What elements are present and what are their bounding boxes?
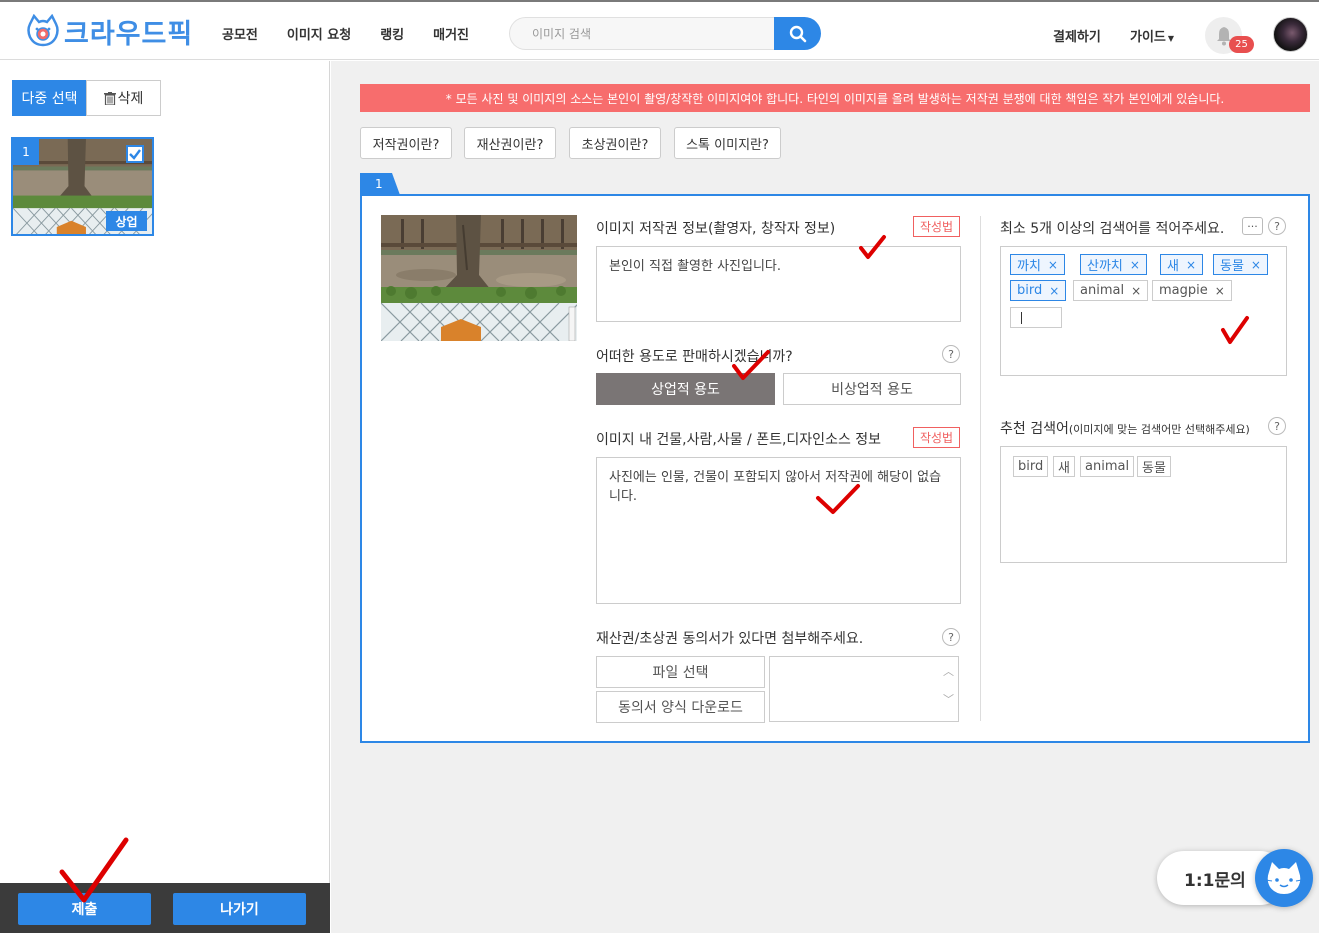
notification-count-badge: 25 (1229, 36, 1254, 53)
search-input[interactable] (509, 17, 775, 50)
checkmark-icon (129, 149, 141, 160)
keyword-tag: magpie × (1152, 280, 1232, 301)
keyword-tag: animal × (1073, 280, 1149, 301)
image-thumbnail[interactable]: 1 상업 (11, 137, 154, 236)
column-divider (980, 216, 981, 721)
copyright-info-label: 이미지 저작권 정보(촬영자, 창작자 정보) (596, 221, 836, 237)
keyword-input-box[interactable]: 까치 × 산까치 × 새 × 동물 × bird × animal × magpie × (1000, 246, 1287, 376)
recommended-keyword-box: bird 새 animal 동물 (1000, 446, 1287, 563)
recommended-help-icon[interactable]: ? (1268, 417, 1286, 435)
thumbnail-number: 1 (13, 139, 39, 165)
remove-tag-icon[interactable]: × (1251, 258, 1261, 272)
usage-help-icon[interactable]: ? (942, 345, 960, 363)
what-is-property-right-button[interactable]: 재산권이란? (464, 127, 556, 159)
recommended-tag[interactable]: animal (1080, 456, 1135, 477)
keyword-tag: bird × (1010, 280, 1067, 301)
exit-button[interactable]: 나가기 (173, 893, 306, 925)
main-content: * 모든 사진 및 이미지의 소스는 본인이 촬영/창작한 이미지여야 합니다.… (331, 61, 1319, 933)
logo-text: 크라우드픽 (64, 18, 194, 50)
search-button[interactable] (774, 17, 821, 50)
keyword-tag: 동물 × (1213, 254, 1268, 275)
keyword-tag: 산까치 × (1080, 254, 1147, 275)
recommended-tag[interactable]: bird (1013, 456, 1049, 477)
logo[interactable]: 크라우드픽 (26, 13, 194, 50)
top-header: 크라우드픽 공모전 이미지 요청 랭킹 매거진 결제하기 가이드▼ 25 (0, 0, 1319, 60)
thumbnail-checkbox[interactable] (126, 145, 144, 163)
commercial-use-button[interactable]: 상업적 용도 (596, 373, 775, 405)
remove-tag-icon[interactable]: × (1048, 258, 1058, 272)
remove-tag-icon[interactable]: × (1049, 284, 1059, 298)
what-is-copyright-button[interactable]: 저작권이란? (360, 127, 452, 159)
attached-file-list[interactable]: ︿ ﹀ (769, 656, 959, 722)
search-icon (789, 25, 806, 42)
keywords-label: 최소 5개 이상의 검색어를 적어주세요. (1000, 221, 1225, 237)
cat-logo-icon (26, 13, 60, 48)
recommended-tag[interactable]: 새 (1053, 456, 1075, 477)
consent-help-icon[interactable]: ? (942, 628, 960, 646)
submit-button[interactable]: 제출 (18, 893, 151, 925)
delete-label: 삭제 (117, 91, 144, 107)
keyword-tag: 까치 × (1010, 254, 1065, 275)
nav-ranking[interactable]: 랭킹 (380, 24, 404, 43)
panel-number-tab: 1 (360, 173, 400, 195)
content-info-field[interactable]: 사진에는 인물, 건물이 포함되지 않아서 저작권에 해당이 없습니다. (596, 457, 961, 604)
noncommercial-use-button[interactable]: 비상업적 용도 (783, 373, 961, 405)
search-bar (509, 17, 821, 50)
scroll-down-icon[interactable]: ﹀ (943, 691, 954, 707)
consent-form-download-button[interactable]: 동의서 양식 다운로드 (596, 691, 765, 723)
copyright-notice: * 모든 사진 및 이미지의 소스는 본인이 촬영/창작한 이미지여야 합니다.… (360, 84, 1310, 112)
multi-select-button[interactable]: 다중 선택 (12, 80, 87, 116)
keyword-text-input[interactable] (1010, 307, 1062, 328)
inquiry-label: 1:1문의 (1184, 870, 1246, 891)
remove-tag-icon[interactable]: × (1186, 258, 1196, 272)
file-select-button[interactable]: 파일 선택 (596, 656, 765, 688)
remove-tag-icon[interactable]: × (1131, 284, 1141, 298)
payment-link[interactable]: 결제하기 (1053, 26, 1101, 45)
image-info-panel: 이미지 저작권 정보(촬영자, 창작자 정보) 작성법 본인이 직접 촬영한 사… (360, 194, 1310, 743)
copyright-info-field[interactable]: 본인이 직접 촬영한 사진입니다. (596, 246, 961, 322)
recommended-subtitle: (이미지에 맞는 검색어만 선택해주세요) (1068, 423, 1250, 436)
main-nav: 공모전 이미지 요청 랭킹 매거진 (222, 24, 498, 43)
remove-tag-icon[interactable]: × (1215, 284, 1225, 298)
keyword-more-button[interactable]: ··· (1242, 217, 1263, 235)
nav-magazine[interactable]: 매거진 (433, 24, 469, 43)
recommended-title: 추천 검색어 (1000, 421, 1069, 437)
cat-face-icon (1265, 862, 1303, 894)
keyword-tag: 새 × (1160, 254, 1204, 275)
left-sidebar: 다중 선택 삭제 1 상업 제출 나가기 (0, 61, 330, 933)
caret-down-icon: ▼ (1167, 34, 1175, 43)
delete-button[interactable]: 삭제 (86, 80, 161, 116)
nav-image-request[interactable]: 이미지 요청 (287, 24, 351, 43)
text-cursor (1021, 312, 1022, 324)
scroll-up-icon[interactable]: ︿ (943, 663, 954, 679)
trash-icon (103, 91, 116, 105)
usage-question-label: 어떠한 용도로 판매하시겠습니까? (596, 349, 793, 365)
what-is-stock-image-button[interactable]: 스톡 이미지란? (674, 127, 781, 159)
recommended-tag[interactable]: 동물 (1137, 456, 1171, 477)
what-is-portrait-right-button[interactable]: 초상권이란? (569, 127, 661, 159)
keywords-help-icon[interactable]: ? (1268, 217, 1286, 235)
how-to-write-copyright-button[interactable]: 작성법 (913, 216, 960, 237)
recommended-keywords-label: 추천 검색어(이미지에 맞는 검색어만 선택해주세요) (1000, 418, 1250, 438)
guide-label: 가이드 (1130, 30, 1166, 45)
thumbnail-usage-tag: 상업 (106, 211, 147, 231)
nav-contest[interactable]: 공모전 (222, 24, 258, 43)
guide-menu[interactable]: 가이드 ▼ (1130, 26, 1174, 45)
chat-cat-button[interactable] (1255, 849, 1313, 907)
consent-label: 재산권/초상권 동의서가 있다면 첨부해주세요. (596, 631, 864, 647)
image-preview (381, 215, 577, 341)
content-info-label: 이미지 내 건물,사람,사물 / 폰트,디자인소스 정보 (596, 432, 882, 448)
user-avatar[interactable] (1273, 17, 1308, 52)
how-to-write-content-button[interactable]: 작성법 (913, 427, 960, 448)
remove-tag-icon[interactable]: × (1130, 258, 1140, 272)
sidebar-footer: 제출 나가기 (0, 883, 330, 933)
preview-photo (381, 215, 577, 341)
